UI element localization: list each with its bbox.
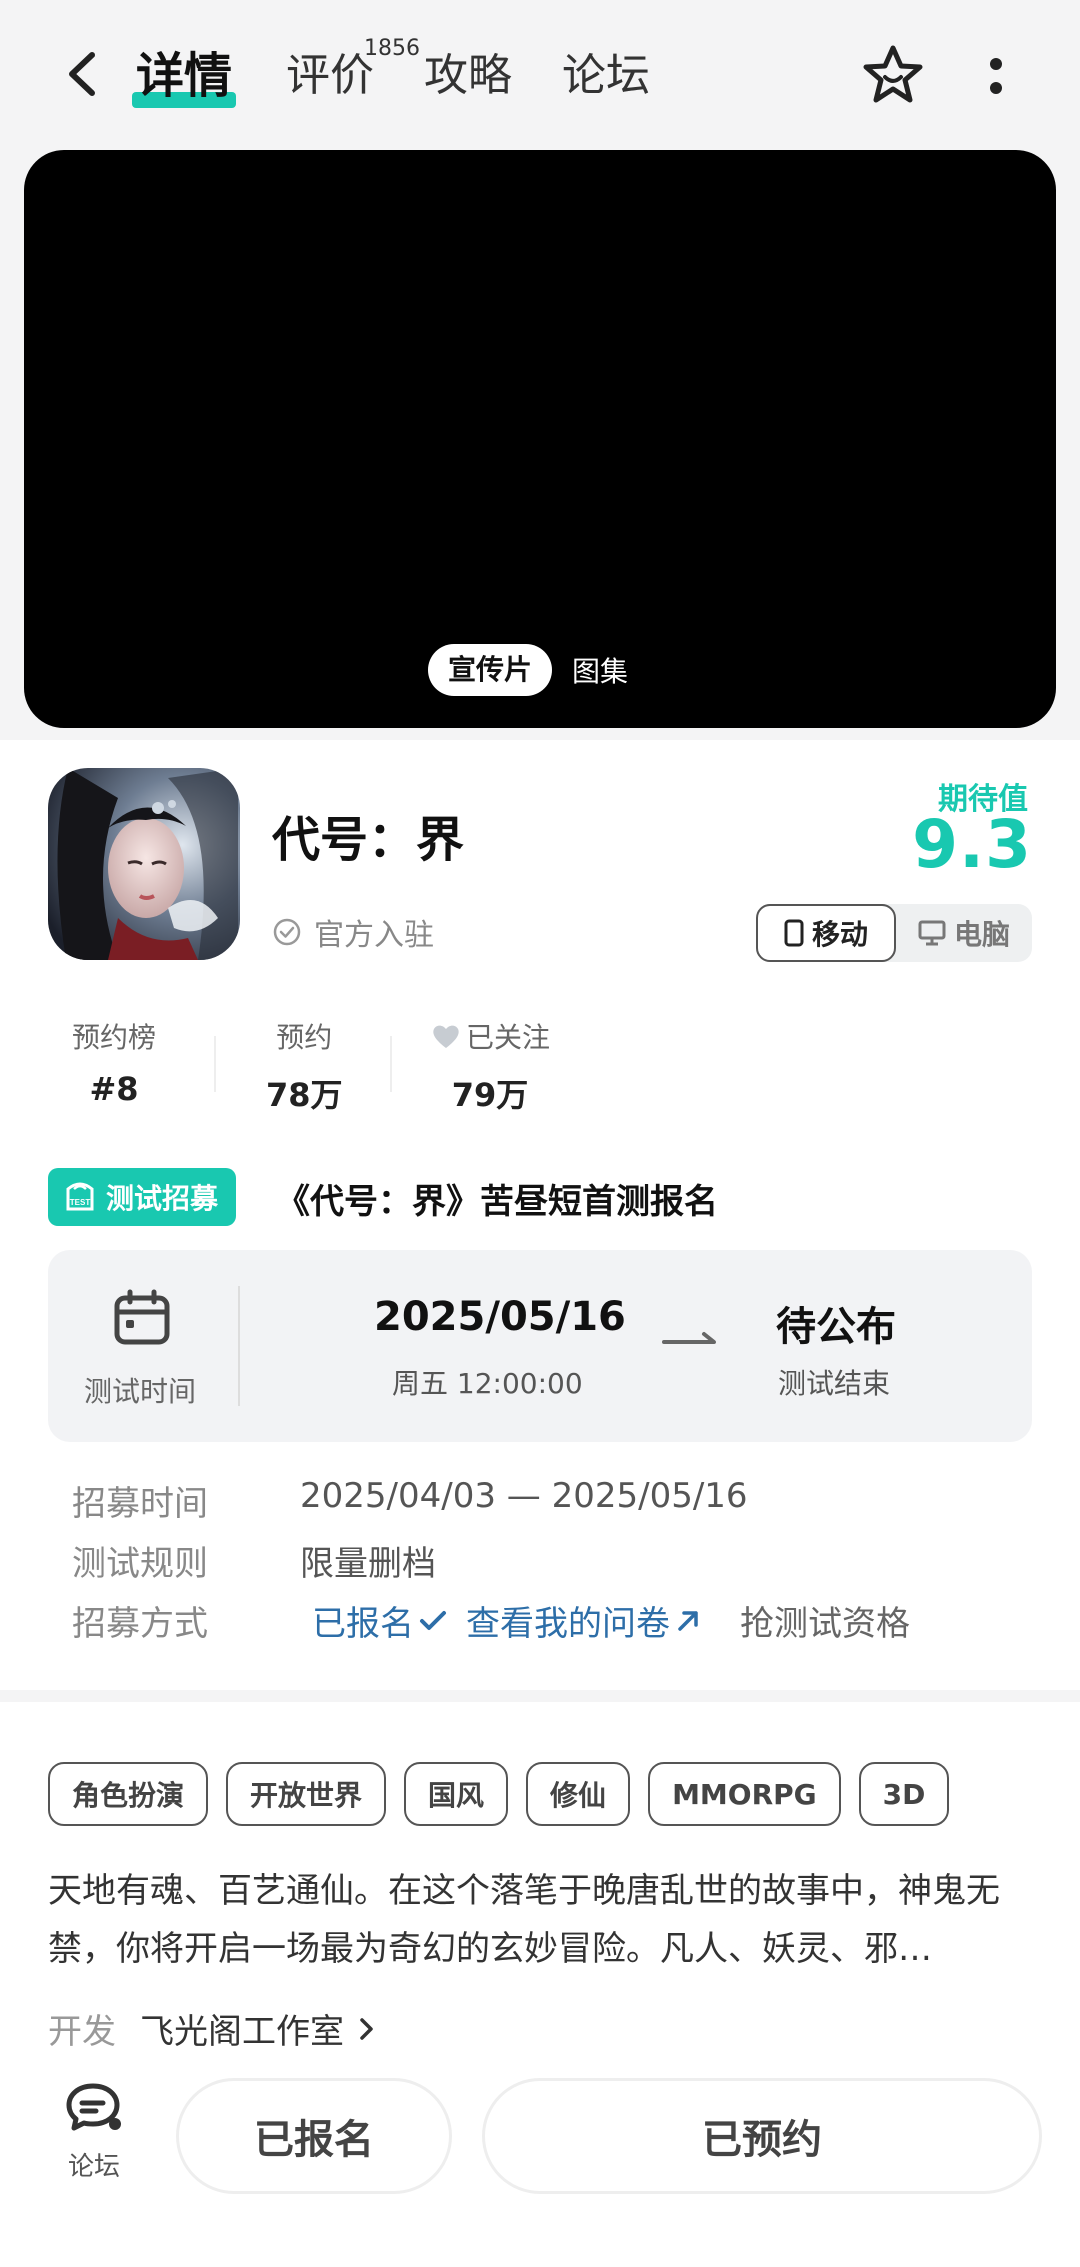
stat-rank-value: #8 [89,1070,139,1108]
chevron-right-icon [360,2017,373,2040]
game-description[interactable]: 天地有魂、百艺通仙。在这个落笔于晚唐乱世的故事中，神鬼无禁，你将开启一场最为奇幻… [48,1862,1038,1978]
test-start-time: 周五 12:00:00 [392,1367,583,1400]
tag-item[interactable]: 国风 [404,1762,509,1826]
platform-pc-button[interactable]: 电脑 [896,904,1032,962]
grab-qualification-link[interactable]: 抢测试资格 [740,1596,910,1645]
heart-icon [433,1025,459,1048]
tag-item[interactable]: 修仙 [526,1762,631,1826]
tag-item[interactable]: 3D [858,1762,950,1826]
more-options-button[interactable] [966,44,1026,108]
game-title: 代号：界 [272,812,465,868]
developer-name: 飞光阁工作室 [140,2012,344,2052]
official-badge: 官方入驻 [272,910,434,954]
check-icon [420,1610,446,1630]
test-recruit-label: 测试招募 [106,1182,219,1215]
check-circle-icon [273,918,301,946]
stat-reserve-value: 78万 [266,1076,343,1114]
calendar-icon [114,1289,170,1345]
stat-rank-label: 预约榜 [72,1021,157,1054]
card-divider [238,1286,240,1406]
stat-rank[interactable]: 预约榜 #8 [72,1016,156,1108]
stat-divider [214,1036,216,1092]
top-nav-bar: 详情 评价 1856 攻略 论坛 [0,0,1080,150]
recruit-period-value: 2025/04/03 — 2025/05/16 [300,1476,748,1516]
media-tab-gallery[interactable]: 图集 [572,650,628,690]
test-recruit-badge: TEST 测试招募 [48,1168,237,1226]
tab-detail[interactable]: 详情 [136,46,232,106]
favorite-button[interactable] [858,40,928,110]
stat-divider [390,1036,392,1092]
signed-status: 已报名 [312,1596,448,1645]
stat-reserve: 预约 78万 [266,1016,343,1116]
monitor-icon [918,920,946,946]
test-icon: TEST [66,1182,94,1211]
expect-score: 9.3 [912,806,1032,883]
tab-forum[interactable]: 论坛 [562,46,650,106]
back-button[interactable] [52,44,112,104]
platform-mobile-label: 移动 [811,918,868,951]
tag-item[interactable]: 开放世界 [226,1762,387,1826]
stat-follow-label: 已关注 [430,1016,550,1056]
recruit-method-label: 招募方式 [72,1604,208,1644]
chat-bubble-icon [66,2083,121,2131]
test-time-card: 测试时间 2025/05/16 周五 12:00:00 待公布 测试结束 [48,1250,1032,1442]
stat-reserve-label: 预约 [276,1021,333,1054]
test-rule-label: 测试规则 [72,1544,208,1584]
recruit-method-values: 已报名 查看我的问卷 抢测试资格 [312,1596,910,1645]
more-vertical-icon [990,58,1002,94]
developer-label: 开发 [48,2012,116,2052]
chevron-left-icon [69,52,95,96]
forum-label: 论坛 [67,2152,120,2182]
forum-button[interactable]: 论坛 [56,2080,132,2183]
platform-mobile-button[interactable]: 移动 [756,904,896,962]
platform-toggle: 移动 电脑 [756,904,1032,962]
video-player[interactable] [24,150,1056,728]
stat-follow[interactable]: 已关注 79万 [430,1016,550,1116]
tag-list: 角色扮演 开放世界 国风 修仙 MMORPG 3D [48,1762,967,1826]
media-tab-trailer[interactable]: 宣传片 [428,644,553,696]
phone-icon [784,919,804,947]
stat-follow-value: 79万 [451,1076,529,1114]
tag-item[interactable]: 角色扮演 [48,1762,209,1826]
media-tabs: 宣传片 图集 [428,644,628,696]
developer-row[interactable]: 开发 飞光阁工作室 [48,2004,378,2053]
test-time-label: 测试时间 [84,1375,197,1408]
section-divider [0,1690,1080,1702]
svg-text:TEST: TEST [70,1198,91,1207]
view-questionnaire-link[interactable]: 查看我的问卷 [466,1596,702,1645]
review-count-badge: 1856 [364,36,420,61]
recruit-period-label: 招募时间 [72,1484,208,1524]
recruit-title[interactable]: 《代号：界》苦昼短首测报名 [276,1174,718,1223]
game-icon [48,768,240,960]
signed-up-button[interactable]: 已报名 [176,2078,452,2194]
tab-review[interactable]: 评价 [286,46,374,106]
platform-pc-label: 电脑 [953,918,1010,951]
tab-guide[interactable]: 攻略 [424,46,512,106]
official-label: 官方入驻 [314,918,434,953]
test-rule-value: 限量删档 [300,1544,436,1584]
test-end-date: 待公布 [776,1304,896,1350]
tag-item[interactable]: MMORPG [648,1762,841,1826]
star-smile-icon [863,45,923,103]
test-end-label: 测试结束 [778,1367,891,1400]
arrow-up-right-icon [678,1610,698,1631]
reserved-button[interactable]: 已预约 [482,2078,1042,2194]
test-start-date: 2025/05/16 [374,1294,626,1340]
arrow-right-icon [662,1332,716,1344]
